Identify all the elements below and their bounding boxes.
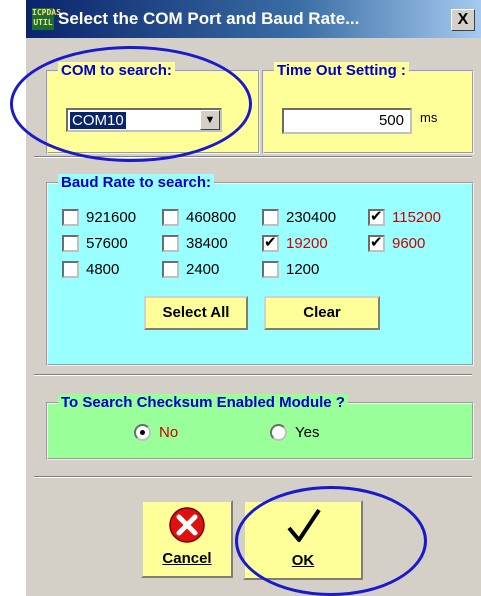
baud-checkbox-57600[interactable]: 57600 bbox=[62, 235, 128, 252]
baud-label: 2400 bbox=[186, 261, 220, 278]
baud-checkbox-38400[interactable]: 38400 bbox=[162, 235, 228, 252]
timeout-group: Time Out Setting : 500 ms bbox=[262, 62, 474, 154]
separator bbox=[34, 476, 472, 478]
baud-label: 460800 bbox=[186, 209, 237, 226]
baud-checkbox-19200[interactable]: 19200 bbox=[262, 233, 328, 252]
baud-checkbox-2400[interactable]: 2400 bbox=[162, 261, 219, 278]
baud-checkbox-460800[interactable]: 460800 bbox=[162, 209, 236, 226]
baud-checkbox-230400[interactable]: 230400 bbox=[262, 209, 336, 226]
checkbox-box[interactable] bbox=[162, 261, 179, 278]
com-port-value: COM10 bbox=[70, 112, 126, 129]
checksum-group-label: To Search Checksum Enabled Module ? bbox=[58, 394, 348, 411]
checkbox-box[interactable] bbox=[262, 209, 279, 226]
ok-label: OK bbox=[291, 552, 315, 569]
baud-group: Baud Rate to search: 921600 460800 23040… bbox=[46, 174, 474, 366]
baud-checkbox-4800[interactable]: 4800 bbox=[62, 261, 119, 278]
checkmark-icon bbox=[287, 508, 321, 542]
checksum-group: To Search Checksum Enabled Module ? No Y… bbox=[46, 394, 474, 460]
com-port-combo[interactable]: COM10 ▼ bbox=[66, 108, 222, 132]
checkbox-box-checked[interactable] bbox=[368, 233, 385, 252]
radio-no-label: No bbox=[159, 424, 179, 441]
checksum-radio-yes[interactable]: Yes bbox=[270, 424, 319, 441]
baud-group-label: Baud Rate to search: bbox=[58, 174, 215, 191]
com-group: COM to search: COM10 ▼ bbox=[46, 62, 260, 154]
chevron-down-icon[interactable]: ▼ bbox=[200, 110, 220, 130]
checksum-radio-no[interactable]: No bbox=[134, 424, 178, 441]
checkbox-box[interactable] bbox=[262, 261, 279, 278]
baud-checkbox-1200[interactable]: 1200 bbox=[262, 261, 319, 278]
baud-label: 4800 bbox=[86, 261, 120, 278]
checkbox-box[interactable] bbox=[62, 261, 79, 278]
baud-label: 921600 bbox=[86, 209, 137, 226]
title-bar[interactable]: ICPDAS UTIL Select the COM Port and Baud… bbox=[26, 0, 481, 38]
cancel-button[interactable]: Cancel bbox=[141, 500, 233, 578]
separator bbox=[34, 156, 472, 158]
checkbox-box[interactable] bbox=[62, 235, 79, 252]
app-icon: ICPDAS UTIL bbox=[32, 8, 61, 30]
baud-checkbox-115200[interactable]: 115200 bbox=[368, 207, 441, 226]
window-title: Select the COM Port and Baud Rate... bbox=[58, 9, 360, 28]
cancel-label: Cancel bbox=[162, 550, 212, 567]
select-all-button[interactable]: Select All bbox=[144, 296, 248, 330]
clear-button[interactable]: Clear bbox=[264, 296, 380, 330]
baud-label: 230400 bbox=[286, 209, 337, 226]
baud-checkbox-921600[interactable]: 921600 bbox=[62, 209, 136, 226]
red-x-icon bbox=[169, 507, 205, 543]
separator bbox=[34, 374, 472, 376]
checkbox-box-checked[interactable] bbox=[368, 207, 385, 226]
close-button[interactable]: X bbox=[451, 9, 475, 31]
baud-checkbox-9600[interactable]: 9600 bbox=[368, 233, 426, 252]
radio-yes-label: Yes bbox=[295, 424, 320, 441]
com-group-label: COM to search: bbox=[58, 62, 175, 79]
baud-label: 9600 bbox=[392, 235, 426, 252]
radio-button[interactable] bbox=[270, 424, 287, 441]
baud-label: 1200 bbox=[286, 261, 320, 278]
checkbox-box[interactable] bbox=[162, 209, 179, 226]
timeout-group-label: Time Out Setting : bbox=[274, 62, 409, 79]
checkbox-box[interactable] bbox=[62, 209, 79, 226]
baud-label: 57600 bbox=[86, 235, 128, 252]
checkbox-box[interactable] bbox=[162, 235, 179, 252]
dialog-window: ICPDAS UTIL Select the COM Port and Baud… bbox=[26, 0, 481, 596]
baud-label: 115200 bbox=[392, 209, 441, 226]
ok-button[interactable]: OK bbox=[243, 500, 363, 580]
checkbox-box-checked[interactable] bbox=[262, 233, 279, 252]
timeout-unit: ms bbox=[420, 110, 438, 125]
app-icon-text: ICPDAS UTIL bbox=[32, 8, 61, 27]
baud-label: 38400 bbox=[186, 235, 228, 252]
timeout-input[interactable]: 500 bbox=[282, 108, 412, 134]
radio-button-selected[interactable] bbox=[134, 424, 151, 441]
baud-label: 19200 bbox=[286, 235, 328, 252]
